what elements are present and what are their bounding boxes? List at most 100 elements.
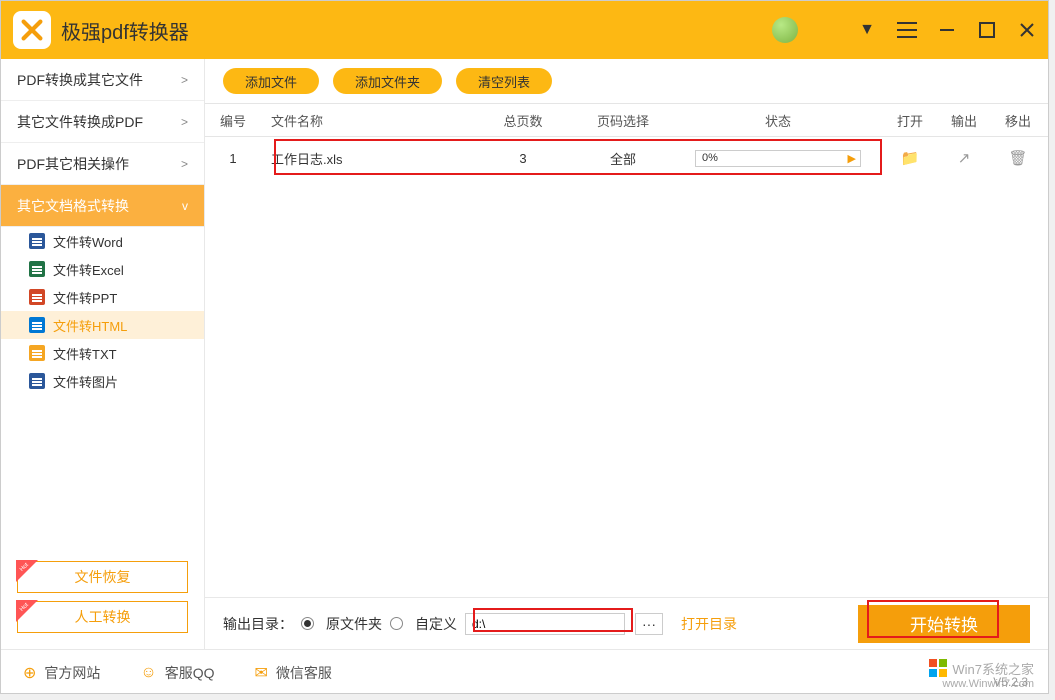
footer-label: 官方网站 <box>44 663 100 683</box>
cell-pages: 3 <box>473 151 573 166</box>
radio-custom-folder[interactable] <box>390 617 403 630</box>
browse-button[interactable]: ··· <box>635 613 663 635</box>
play-icon: ▶ <box>848 152 856 165</box>
add-folder-button[interactable]: 添加文件夹 <box>333 68 442 94</box>
chevron-right-icon: > <box>181 157 188 171</box>
sidebar-category-label: 其它文档格式转换 <box>17 196 129 216</box>
sidebar-category-pdf-to-other[interactable]: PDF转换成其它文件 > <box>1 59 204 101</box>
output-bar: 输出目录： 原文件夹 自定义 ··· 打开目录 开始转换 <box>205 597 1048 649</box>
radio-label: 原文件夹 <box>326 614 382 634</box>
cell-remove[interactable]: 🗑 <box>991 149 1045 167</box>
folder-icon: 📁 <box>901 150 920 167</box>
wechat-support-link[interactable]: ✉ 微信客服 <box>255 663 332 683</box>
cell-output[interactable]: ↗ <box>937 149 991 167</box>
col-header-open: 打开 <box>883 111 937 130</box>
sidebar-item-to-ppt[interactable]: 文件转PPT <box>1 283 204 311</box>
sidebar-item-label: 文件转HTML <box>53 316 127 335</box>
button-label: 文件恢复 <box>75 567 131 587</box>
sidebar-sublist: 文件转Word 文件转Excel 文件转PPT 文件转HTML 文件转TXT 文… <box>1 227 204 395</box>
file-recovery-button[interactable]: Hot 文件恢复 <box>17 561 188 593</box>
app-title: 极强pdf转换器 <box>61 16 189 45</box>
button-label: ··· <box>642 616 656 632</box>
minimize-icon[interactable] <box>936 19 958 41</box>
footer-label: 客服QQ <box>165 663 215 683</box>
app-logo <box>13 11 51 49</box>
sidebar-category-pdf-ops[interactable]: PDF其它相关操作 > <box>1 143 204 185</box>
sidebar-item-label: 文件转图片 <box>53 372 118 391</box>
chevron-right-icon: > <box>181 73 188 87</box>
sidebar: PDF转换成其它文件 > 其它文件转换成PDF > PDF其它相关操作 > 其它… <box>1 59 205 649</box>
button-label: 人工转换 <box>75 607 131 627</box>
dropdown-icon[interactable]: ▼ <box>856 19 878 41</box>
chevron-down-icon: v <box>182 199 188 213</box>
col-header-page-select: 页码选择 <box>573 111 673 130</box>
content-area: 添加文件 添加文件夹 清空列表 编号 文件名称 总页数 页码选择 状态 打开 输… <box>205 59 1048 649</box>
col-header-filename: 文件名称 <box>261 111 473 130</box>
progress-bar[interactable]: 0% ▶ <box>695 150 861 167</box>
sidebar-category-label: PDF转换成其它文件 <box>17 70 143 90</box>
maximize-icon[interactable] <box>976 19 998 41</box>
html-icon <box>29 317 45 333</box>
table-header: 编号 文件名称 总页数 页码选择 状态 打开 输出 移出 <box>205 103 1048 137</box>
sidebar-item-to-html[interactable]: 文件转HTML <box>1 311 204 339</box>
col-header-remove: 移出 <box>991 111 1045 130</box>
wechat-icon: ✉ <box>255 663 268 683</box>
cell-filename: 工作日志.xls <box>261 149 473 168</box>
button-label: 清空列表 <box>478 72 530 91</box>
button-label: 添加文件 <box>245 72 297 91</box>
sidebar-category-other-to-pdf[interactable]: 其它文件转换成PDF > <box>1 101 204 143</box>
table-row[interactable]: 1 工作日志.xls 3 全部 0% ▶ 📁 ↗ 🗑 <box>205 137 1048 179</box>
progress-text: 0% <box>702 151 718 166</box>
sidebar-category-doc-convert[interactable]: 其它文档格式转换 v <box>1 185 204 227</box>
word-icon <box>29 233 45 249</box>
sidebar-category-label: 其它文件转换成PDF <box>17 112 143 132</box>
cell-page-select[interactable]: 全部 <box>573 149 673 168</box>
export-icon: ↗ <box>958 150 971 167</box>
sidebar-category-label: PDF其它相关操作 <box>17 154 129 174</box>
txt-icon <box>29 345 45 361</box>
cell-number: 1 <box>205 151 261 166</box>
clear-list-button[interactable]: 清空列表 <box>456 68 552 94</box>
button-label: 开始转换 <box>910 611 978 636</box>
output-path-input[interactable] <box>465 613 625 635</box>
sidebar-item-to-excel[interactable]: 文件转Excel <box>1 255 204 283</box>
trash-icon: 🗑 <box>1008 150 1027 167</box>
sidebar-item-to-txt[interactable]: 文件转TXT <box>1 339 204 367</box>
sidebar-item-to-word[interactable]: 文件转Word <box>1 227 204 255</box>
cell-status: 0% ▶ <box>673 150 883 167</box>
chevron-right-icon: > <box>181 115 188 129</box>
footer: ⊕官方网站 ☺客服QQ ✉微信客服 Win7系统之家 www.Winwin7.c… <box>1 649 1048 695</box>
sidebar-item-to-image[interactable]: 文件转图片 <box>1 367 204 395</box>
image-icon <box>29 373 45 389</box>
col-header-number: 编号 <box>205 111 261 130</box>
radio-label: 自定义 <box>415 614 457 634</box>
cell-open[interactable]: 📁 <box>883 149 937 167</box>
sidebar-item-label: 文件转Excel <box>53 260 124 279</box>
start-convert-button[interactable]: 开始转换 <box>858 605 1030 643</box>
windows-flag-icon <box>929 659 947 677</box>
open-directory-link[interactable]: 打开目录 <box>681 614 737 634</box>
ppt-icon <box>29 289 45 305</box>
radio-original-folder[interactable] <box>301 617 314 630</box>
globe-icon: ⊕ <box>23 663 36 683</box>
user-avatar-icon[interactable] <box>772 17 798 43</box>
titlebar: 极强pdf转换器 ▼ <box>1 1 1048 59</box>
excel-icon <box>29 261 45 277</box>
col-header-output: 输出 <box>937 111 991 130</box>
hot-badge-icon: Hot <box>16 560 38 582</box>
add-file-button[interactable]: 添加文件 <box>223 68 319 94</box>
qq-support-link[interactable]: ☺ 客服QQ <box>140 663 214 683</box>
close-icon[interactable] <box>1016 19 1038 41</box>
version-label: V5.2.3 <box>993 675 1028 689</box>
hot-badge-icon: Hot <box>16 600 38 622</box>
footer-label: 微信客服 <box>276 663 332 683</box>
manual-convert-button[interactable]: Hot 人工转换 <box>17 601 188 633</box>
sidebar-item-label: 文件转Word <box>53 232 123 251</box>
col-header-pages: 总页数 <box>473 111 573 130</box>
official-site-link[interactable]: ⊕ 官方网站 <box>23 663 100 683</box>
output-label: 输出目录： <box>223 614 293 634</box>
qq-icon: ☺ <box>140 664 156 682</box>
button-label: 添加文件夹 <box>355 72 420 91</box>
menu-icon[interactable] <box>896 19 918 41</box>
col-header-status: 状态 <box>673 111 883 130</box>
